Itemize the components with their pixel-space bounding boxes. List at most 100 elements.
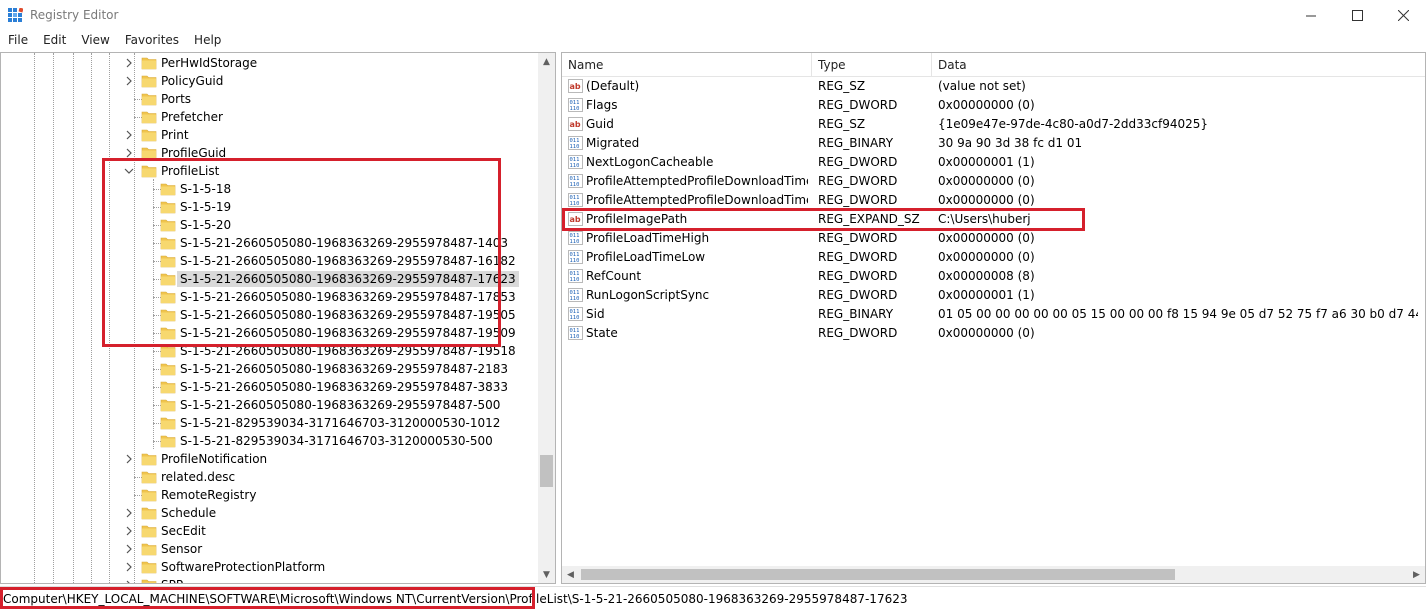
list-scroll-thumb[interactable]	[581, 569, 1175, 580]
chevron-right-icon[interactable]	[123, 506, 135, 520]
maximize-button[interactable]	[1334, 0, 1380, 31]
tree-item[interactable]: SPP	[1, 576, 539, 584]
value-row[interactable]: ab Guid REG_SZ {1e09e47e-97de-4c80-a0d7-2dd…	[562, 115, 1425, 134]
chevron-right-icon[interactable]	[123, 74, 135, 88]
chevron-right-icon[interactable]	[123, 452, 135, 466]
value-row[interactable]: 011 110 NextLogonCacheable REG_DWORD 0x00000…	[562, 153, 1425, 172]
column-header-type[interactable]: Type	[812, 53, 932, 77]
menu-favorites[interactable]: Favorites	[117, 31, 186, 51]
folder-icon	[141, 165, 157, 178]
scroll-up-arrow-icon[interactable]: ▲	[538, 53, 555, 70]
tree-item[interactable]: SoftwareProtectionPlatform	[1, 558, 539, 576]
title-bar: Registry Editor	[0, 0, 1426, 31]
tree-item[interactable]: Prefetcher	[1, 108, 539, 126]
value-row[interactable]: 011 110 Flags REG_DWORD 0x00000000 (0)	[562, 96, 1425, 115]
tree-item[interactable]: Print	[1, 126, 539, 144]
chevron-right-icon[interactable]	[123, 560, 135, 574]
chevron-right-icon[interactable]	[123, 524, 135, 538]
chevron-right-icon[interactable]	[123, 56, 135, 70]
list-horizontal-scrollbar[interactable]: ◀ ▶	[562, 566, 1425, 583]
tree-item[interactable]: S-1-5-21-2660505080-1968363269-295597848…	[1, 270, 539, 288]
value-row[interactable]: 011 110 RefCount REG_DWORD 0x00000008 (8)	[562, 267, 1425, 286]
tree-item-label: S-1-5-21-2660505080-1968363269-295597848…	[180, 398, 501, 412]
value-name: RefCount	[586, 269, 642, 283]
tree-item[interactable]: S-1-5-19	[1, 198, 539, 216]
value-row[interactable]: ab (Default) REG_SZ (value not set)	[562, 77, 1425, 96]
tree-item-label: Ports	[161, 92, 192, 106]
folder-icon	[160, 363, 176, 376]
tree-item[interactable]: S-1-5-21-2660505080-1968363269-295597848…	[1, 252, 539, 270]
close-button[interactable]	[1380, 0, 1426, 31]
tree-item[interactable]: S-1-5-18	[1, 180, 539, 198]
chevron-right-icon[interactable]	[123, 146, 135, 160]
binary-value-icon: 011110	[568, 250, 583, 264]
value-row[interactable]: 011 110 ProfileLoadTimeLow REG_DWORD 0x00000…	[562, 248, 1425, 267]
value-row[interactable]: 011 110 ProfileLoadTimeHigh REG_DWORD 0x0000…	[562, 229, 1425, 248]
chevron-right-icon[interactable]	[123, 128, 135, 142]
tree-item[interactable]: S-1-5-21-829539034-3171646703-3120000530…	[1, 432, 539, 450]
tree-scroll-thumb[interactable]	[540, 455, 553, 487]
tree-item[interactable]: S-1-5-21-2660505080-1968363269-295597848…	[1, 378, 539, 396]
tree-item[interactable]: S-1-5-21-2660505080-1968363269-295597848…	[1, 342, 539, 360]
value-row[interactable]: 011 110 Migrated REG_BINARY 30 9a 90 3d 38 f…	[562, 134, 1425, 153]
value-data: 0x00000000 (0)	[938, 231, 1035, 245]
maximize-icon	[1351, 10, 1363, 21]
string-value-icon: ab	[568, 212, 583, 226]
tree-item[interactable]: S-1-5-21-2660505080-1968363269-295597848…	[1, 288, 539, 306]
tree-item[interactable]: ProfileNotification	[1, 450, 539, 468]
value-row[interactable]: 011 110 ProfileAttemptedProfileDownloadTim…	[562, 191, 1425, 210]
svg-text:110: 110	[570, 201, 580, 207]
value-row[interactable]: 011 110 RunLogonScriptSync REG_DWORD 0x00000…	[562, 286, 1425, 305]
tree-item[interactable]: S-1-5-21-2660505080-1968363269-295597848…	[1, 360, 539, 378]
binary-value-icon: 011110	[568, 326, 583, 340]
scroll-down-arrow-icon[interactable]: ▼	[538, 566, 555, 583]
chevron-right-icon[interactable]	[123, 542, 135, 556]
folder-icon	[141, 489, 157, 502]
binary-value-icon: 011110	[568, 269, 583, 283]
tree-item[interactable]: Schedule	[1, 504, 539, 522]
tree-item[interactable]: PerHwIdStorage	[1, 54, 539, 72]
tree-item[interactable]: RemoteRegistry	[1, 486, 539, 504]
tree-item[interactable]: S-1-5-21-2660505080-1968363269-295597848…	[1, 234, 539, 252]
tree-item-label: ProfileNotification	[161, 452, 268, 466]
menu-file[interactable]: File	[0, 31, 35, 51]
chevron-down-icon[interactable]	[123, 164, 135, 178]
tree-item[interactable]: related.desc	[1, 468, 539, 486]
tree-item[interactable]: S-1-5-20	[1, 216, 539, 234]
value-row[interactable]: 011 110 State REG_DWORD 0x00000000 (0)	[562, 324, 1425, 343]
key-tree-pane[interactable]: PerHwIdStorage PolicyGuid Ports Prefetcher P…	[0, 52, 556, 584]
column-header-data[interactable]: Data	[932, 53, 1425, 77]
chevron-right-icon[interactable]	[123, 578, 135, 584]
tree-item[interactable]: S-1-5-21-829539034-3171646703-3120000530…	[1, 414, 539, 432]
value-row[interactable]: ab ProfileImagePath REG_EXPAND_SZ C:\Users\…	[562, 210, 1425, 229]
tree-item-label: S-1-5-21-2660505080-1968363269-295597848…	[180, 362, 509, 376]
scroll-right-arrow-icon[interactable]: ▶	[1408, 566, 1425, 583]
value-row[interactable]: 011 110 ProfileAttemptedProfileDownloadTim…	[562, 172, 1425, 191]
tree-item[interactable]: ProfileGuid	[1, 144, 539, 162]
values-list-pane[interactable]: Name Type Data ab (Default) REG_SZ (value n…	[561, 52, 1426, 584]
scroll-left-arrow-icon[interactable]: ◀	[562, 566, 579, 583]
column-header-name[interactable]: Name	[562, 53, 812, 77]
value-row[interactable]: 011 110 Sid REG_BINARY 01 05 00 00 00 00 00 …	[562, 305, 1425, 324]
tree-item[interactable]: S-1-5-21-2660505080-1968363269-295597848…	[1, 306, 539, 324]
tree-item-label: ProfileList	[161, 164, 220, 178]
minimize-button[interactable]	[1288, 0, 1334, 31]
tree-item[interactable]: Sensor	[1, 540, 539, 558]
tree-item[interactable]: PolicyGuid	[1, 72, 539, 90]
tree-item[interactable]: SecEdit	[1, 522, 539, 540]
binary-value-icon: 011110	[568, 174, 583, 188]
folder-icon	[160, 255, 176, 268]
menu-help[interactable]: Help	[186, 31, 228, 51]
tree-item-label: SoftwareProtectionPlatform	[161, 560, 326, 574]
tree-item[interactable]: S-1-5-21-2660505080-1968363269-295597848…	[1, 396, 539, 414]
tree-item[interactable]: S-1-5-21-2660505080-1968363269-295597848…	[1, 324, 539, 342]
menu-view[interactable]: View	[73, 31, 116, 51]
value-name: Guid	[586, 117, 614, 131]
tree-vertical-scrollbar[interactable]: ▲ ▼	[538, 53, 555, 583]
window-title: Registry Editor	[30, 8, 119, 22]
tree-item[interactable]: ProfileList	[1, 162, 539, 180]
tree-item-label: related.desc	[161, 470, 236, 484]
menu-edit[interactable]: Edit	[35, 31, 73, 51]
tree-item[interactable]: Ports	[1, 90, 539, 108]
value-type: REG_DWORD	[818, 269, 898, 283]
